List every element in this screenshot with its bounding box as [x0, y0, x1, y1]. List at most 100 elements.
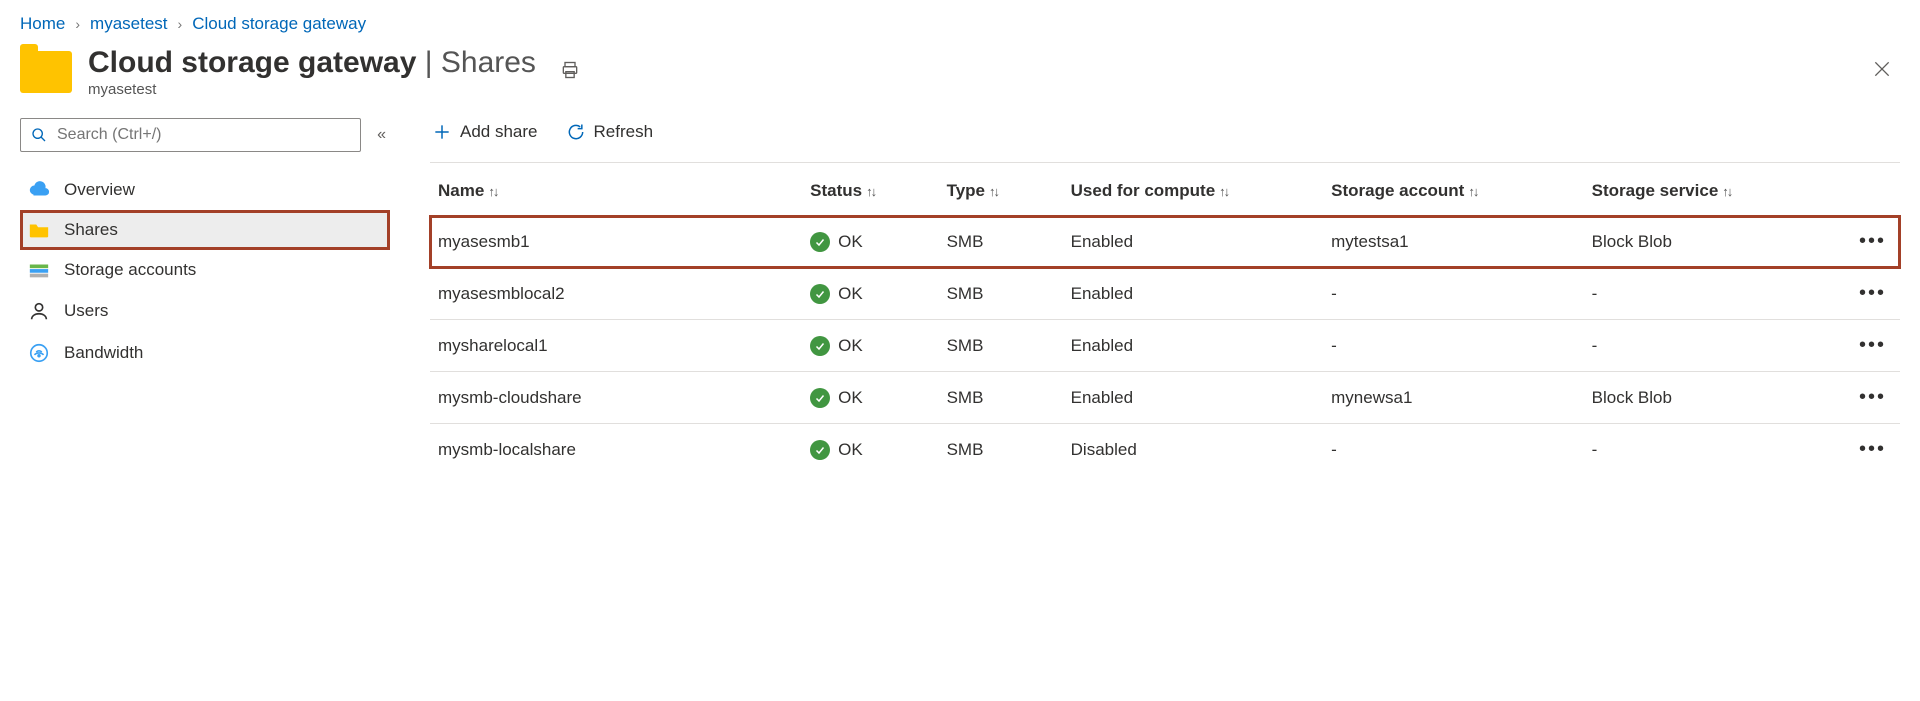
main-content: Add share Refresh Name↑↓ Status↑↓ Type↑↓…: [400, 118, 1900, 475]
page-title-sep: |: [416, 46, 440, 79]
cell-status: OK: [802, 424, 938, 476]
sidebar-item-users[interactable]: Users: [20, 290, 390, 332]
sidebar: « Overview Shares Storage accounts Users: [20, 118, 400, 475]
refresh-icon: [566, 122, 586, 142]
sidebar-item-storage-accounts[interactable]: Storage accounts: [20, 250, 390, 290]
cell-type: SMB: [939, 372, 1063, 424]
user-icon: [28, 300, 50, 322]
column-header-status[interactable]: Status↑↓: [802, 163, 938, 216]
table-row[interactable]: myasesmblocal2OKSMBEnabled--•••: [430, 268, 1900, 320]
cell-service: -: [1584, 320, 1832, 372]
breadcrumb-link-section[interactable]: Cloud storage gateway: [192, 14, 366, 34]
collapse-sidebar-button[interactable]: «: [373, 122, 390, 148]
storage-icon: [28, 261, 50, 279]
cloud-icon: [28, 181, 50, 199]
search-icon: [31, 127, 47, 143]
folder-icon: [28, 221, 50, 239]
cell-service: Block Blob: [1584, 216, 1832, 268]
row-more-button[interactable]: •••: [1853, 436, 1892, 463]
sidebar-item-shares[interactable]: Shares: [20, 210, 390, 250]
cell-compute: Disabled: [1063, 424, 1324, 476]
shares-table: Name↑↓ Status↑↓ Type↑↓ Used for compute↑…: [430, 163, 1900, 475]
cell-type: SMB: [939, 424, 1063, 476]
row-more-button[interactable]: •••: [1853, 332, 1892, 359]
cell-status: OK: [802, 320, 938, 372]
sort-icon: ↑↓: [866, 184, 875, 199]
cell-status: OK: [802, 268, 938, 320]
add-share-button[interactable]: Add share: [430, 118, 540, 146]
cell-name[interactable]: mysharelocal1: [430, 320, 802, 372]
sidebar-item-label: Overview: [64, 180, 135, 200]
ok-icon: [810, 388, 830, 408]
cell-name[interactable]: myasesmb1: [430, 216, 802, 268]
cell-compute: Enabled: [1063, 268, 1324, 320]
sort-icon: ↑↓: [1219, 184, 1228, 199]
ok-icon: [810, 284, 830, 304]
search-box[interactable]: [20, 118, 361, 152]
command-bar: Add share Refresh: [430, 118, 1900, 163]
folder-icon: [20, 51, 72, 93]
breadcrumb-link-home[interactable]: Home: [20, 14, 65, 34]
sidebar-item-bandwidth[interactable]: Bandwidth: [20, 332, 390, 374]
column-header-service[interactable]: Storage service↑↓: [1584, 163, 1832, 216]
table-row[interactable]: mysmb-cloudshareOKSMBEnabledmynewsa1Bloc…: [430, 372, 1900, 424]
table-row[interactable]: mysmb-localshareOKSMBDisabled--•••: [430, 424, 1900, 476]
column-header-account[interactable]: Storage account↑↓: [1323, 163, 1584, 216]
sidebar-item-label: Storage accounts: [64, 260, 196, 280]
ok-icon: [810, 336, 830, 356]
cell-service: Block Blob: [1584, 372, 1832, 424]
cell-type: SMB: [939, 268, 1063, 320]
cell-account: -: [1323, 424, 1584, 476]
page-title-main: Cloud storage gateway: [88, 46, 416, 79]
close-button[interactable]: [1864, 51, 1900, 93]
cell-compute: Enabled: [1063, 216, 1324, 268]
cell-compute: Enabled: [1063, 320, 1324, 372]
cell-service: -: [1584, 424, 1832, 476]
sort-icon: ↑↓: [488, 184, 497, 199]
page-title-suffix: Shares: [441, 46, 536, 79]
table-row[interactable]: myasesmb1OKSMBEnabledmytestsa1Block Blob…: [430, 216, 1900, 268]
add-share-label: Add share: [460, 122, 538, 142]
refresh-button[interactable]: Refresh: [564, 118, 656, 146]
sidebar-item-label: Bandwidth: [64, 343, 143, 363]
column-header-type[interactable]: Type↑↓: [939, 163, 1063, 216]
breadcrumb: Home › myasetest › Cloud storage gateway: [20, 14, 1900, 34]
cell-account: -: [1323, 268, 1584, 320]
chevron-right-icon: ›: [75, 16, 80, 32]
cell-account: mytestsa1: [1323, 216, 1584, 268]
table-row[interactable]: mysharelocal1OKSMBEnabled--•••: [430, 320, 1900, 372]
page-title: Cloud storage gateway | Shares: [88, 46, 536, 79]
cell-account: -: [1323, 320, 1584, 372]
row-more-button[interactable]: •••: [1853, 228, 1892, 255]
bandwidth-icon: [28, 342, 50, 364]
sort-icon: ↑↓: [1722, 184, 1731, 199]
cell-name[interactable]: myasesmblocal2: [430, 268, 802, 320]
page-header: Cloud storage gateway | Shares myasetest: [20, 46, 1900, 98]
chevron-right-icon: ›: [178, 16, 183, 32]
breadcrumb-link-resource[interactable]: myasetest: [90, 14, 167, 34]
sidebar-item-label: Users: [64, 301, 108, 321]
sort-icon: ↑↓: [1468, 184, 1477, 199]
cell-type: SMB: [939, 216, 1063, 268]
cell-status: OK: [802, 216, 938, 268]
row-more-button[interactable]: •••: [1853, 280, 1892, 307]
plus-icon: [432, 122, 452, 142]
column-header-name[interactable]: Name↑↓: [430, 163, 802, 216]
row-more-button[interactable]: •••: [1853, 384, 1892, 411]
cell-service: -: [1584, 268, 1832, 320]
cell-type: SMB: [939, 320, 1063, 372]
search-input[interactable]: [55, 125, 350, 145]
column-header-compute[interactable]: Used for compute↑↓: [1063, 163, 1324, 216]
cell-compute: Enabled: [1063, 372, 1324, 424]
ok-icon: [810, 232, 830, 252]
print-button[interactable]: [552, 52, 588, 93]
cell-name[interactable]: mysmb-localshare: [430, 424, 802, 476]
sidebar-item-overview[interactable]: Overview: [20, 170, 390, 210]
page-subtitle: myasetest: [88, 81, 536, 98]
cell-status: OK: [802, 372, 938, 424]
cell-account: mynewsa1: [1323, 372, 1584, 424]
ok-icon: [810, 440, 830, 460]
cell-name[interactable]: mysmb-cloudshare: [430, 372, 802, 424]
refresh-label: Refresh: [594, 122, 654, 142]
sidebar-item-label: Shares: [64, 220, 118, 240]
